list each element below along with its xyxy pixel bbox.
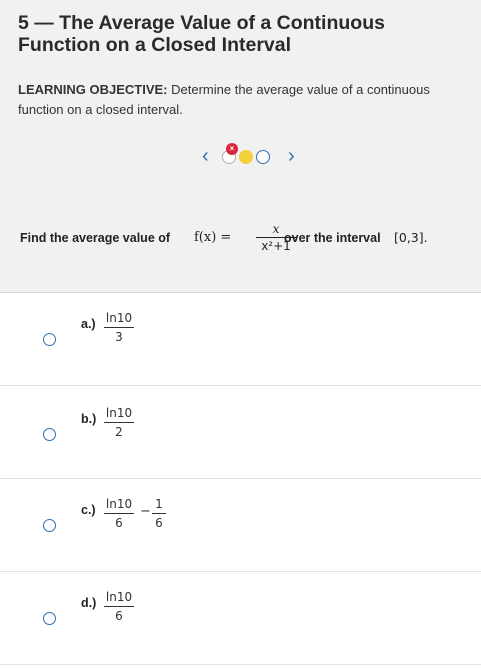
option-label-c: c.) [81, 503, 96, 517]
answer-option-d[interactable]: d.) ln10 6 [0, 572, 481, 665]
radio-a[interactable] [43, 333, 56, 346]
option-numerator-c: ln10 [105, 497, 133, 511]
answer-option-b[interactable]: b.) ln10 2 [0, 386, 481, 479]
option-denominator-d: 6 [115, 609, 123, 623]
chevron-left-icon[interactable]: ‹ [202, 144, 209, 168]
option-fraction-a: ln10 3 [104, 311, 134, 344]
option-fraction-b: ln10 2 [104, 406, 134, 439]
fraction-bar [152, 513, 166, 514]
fraction-bar [104, 606, 134, 607]
option-denominator-c: 6 [115, 516, 123, 530]
option-denominator-c2: 6 [155, 516, 163, 530]
question-suffix: over the interval [284, 231, 381, 245]
question-dot-3[interactable] [256, 150, 270, 164]
option-label-a: a.) [81, 317, 96, 331]
question-dot-2-current[interactable] [239, 150, 253, 164]
incorrect-badge-icon: × [226, 143, 238, 155]
learning-objective: LEARNING OBJECTIVE: Determine the averag… [18, 80, 468, 120]
question-prefix: Find the average value of [20, 231, 171, 245]
option-label-d: d.) [81, 596, 97, 610]
answer-option-a[interactable]: a.) ln10 3 [0, 293, 481, 386]
option-numerator-d: ln10 [105, 590, 133, 604]
radio-c[interactable] [43, 519, 56, 532]
option-denominator-a: 3 [115, 330, 123, 344]
question-panel: 5 — The Average Value of a Continuous Fu… [0, 0, 481, 293]
radio-d[interactable] [43, 612, 56, 625]
question-interval: [0,3]. [394, 230, 428, 245]
option-numerator-b: ln10 [105, 406, 133, 420]
option-fraction-c2: 1 6 [152, 497, 166, 530]
fraction-bar [104, 513, 134, 514]
option-label-b: b.) [81, 412, 97, 426]
option-fraction-c: ln10 6 [104, 497, 134, 530]
option-denominator-b: 2 [115, 425, 123, 439]
question-text: Find the average value of f(x) = x x²+1 … [20, 222, 480, 258]
answer-option-c[interactable]: c.) ln10 6 − 1 6 [0, 479, 481, 572]
option-fraction-d: ln10 6 [104, 590, 134, 623]
option-numerator-c2: 1 [155, 497, 163, 511]
fraction-bar [104, 422, 134, 423]
chevron-right-icon[interactable]: › [288, 144, 295, 168]
question-pager: ‹ × › [202, 143, 302, 170]
minus-sign: − [140, 504, 151, 519]
question-function: f(x) = [194, 230, 232, 245]
fraction-bar [104, 327, 134, 328]
option-numerator-a: ln10 [105, 311, 133, 325]
page-title: 5 — The Average Value of a Continuous Fu… [18, 12, 385, 56]
objective-label: LEARNING OBJECTIVE: [18, 82, 168, 97]
radio-b[interactable] [43, 428, 56, 441]
